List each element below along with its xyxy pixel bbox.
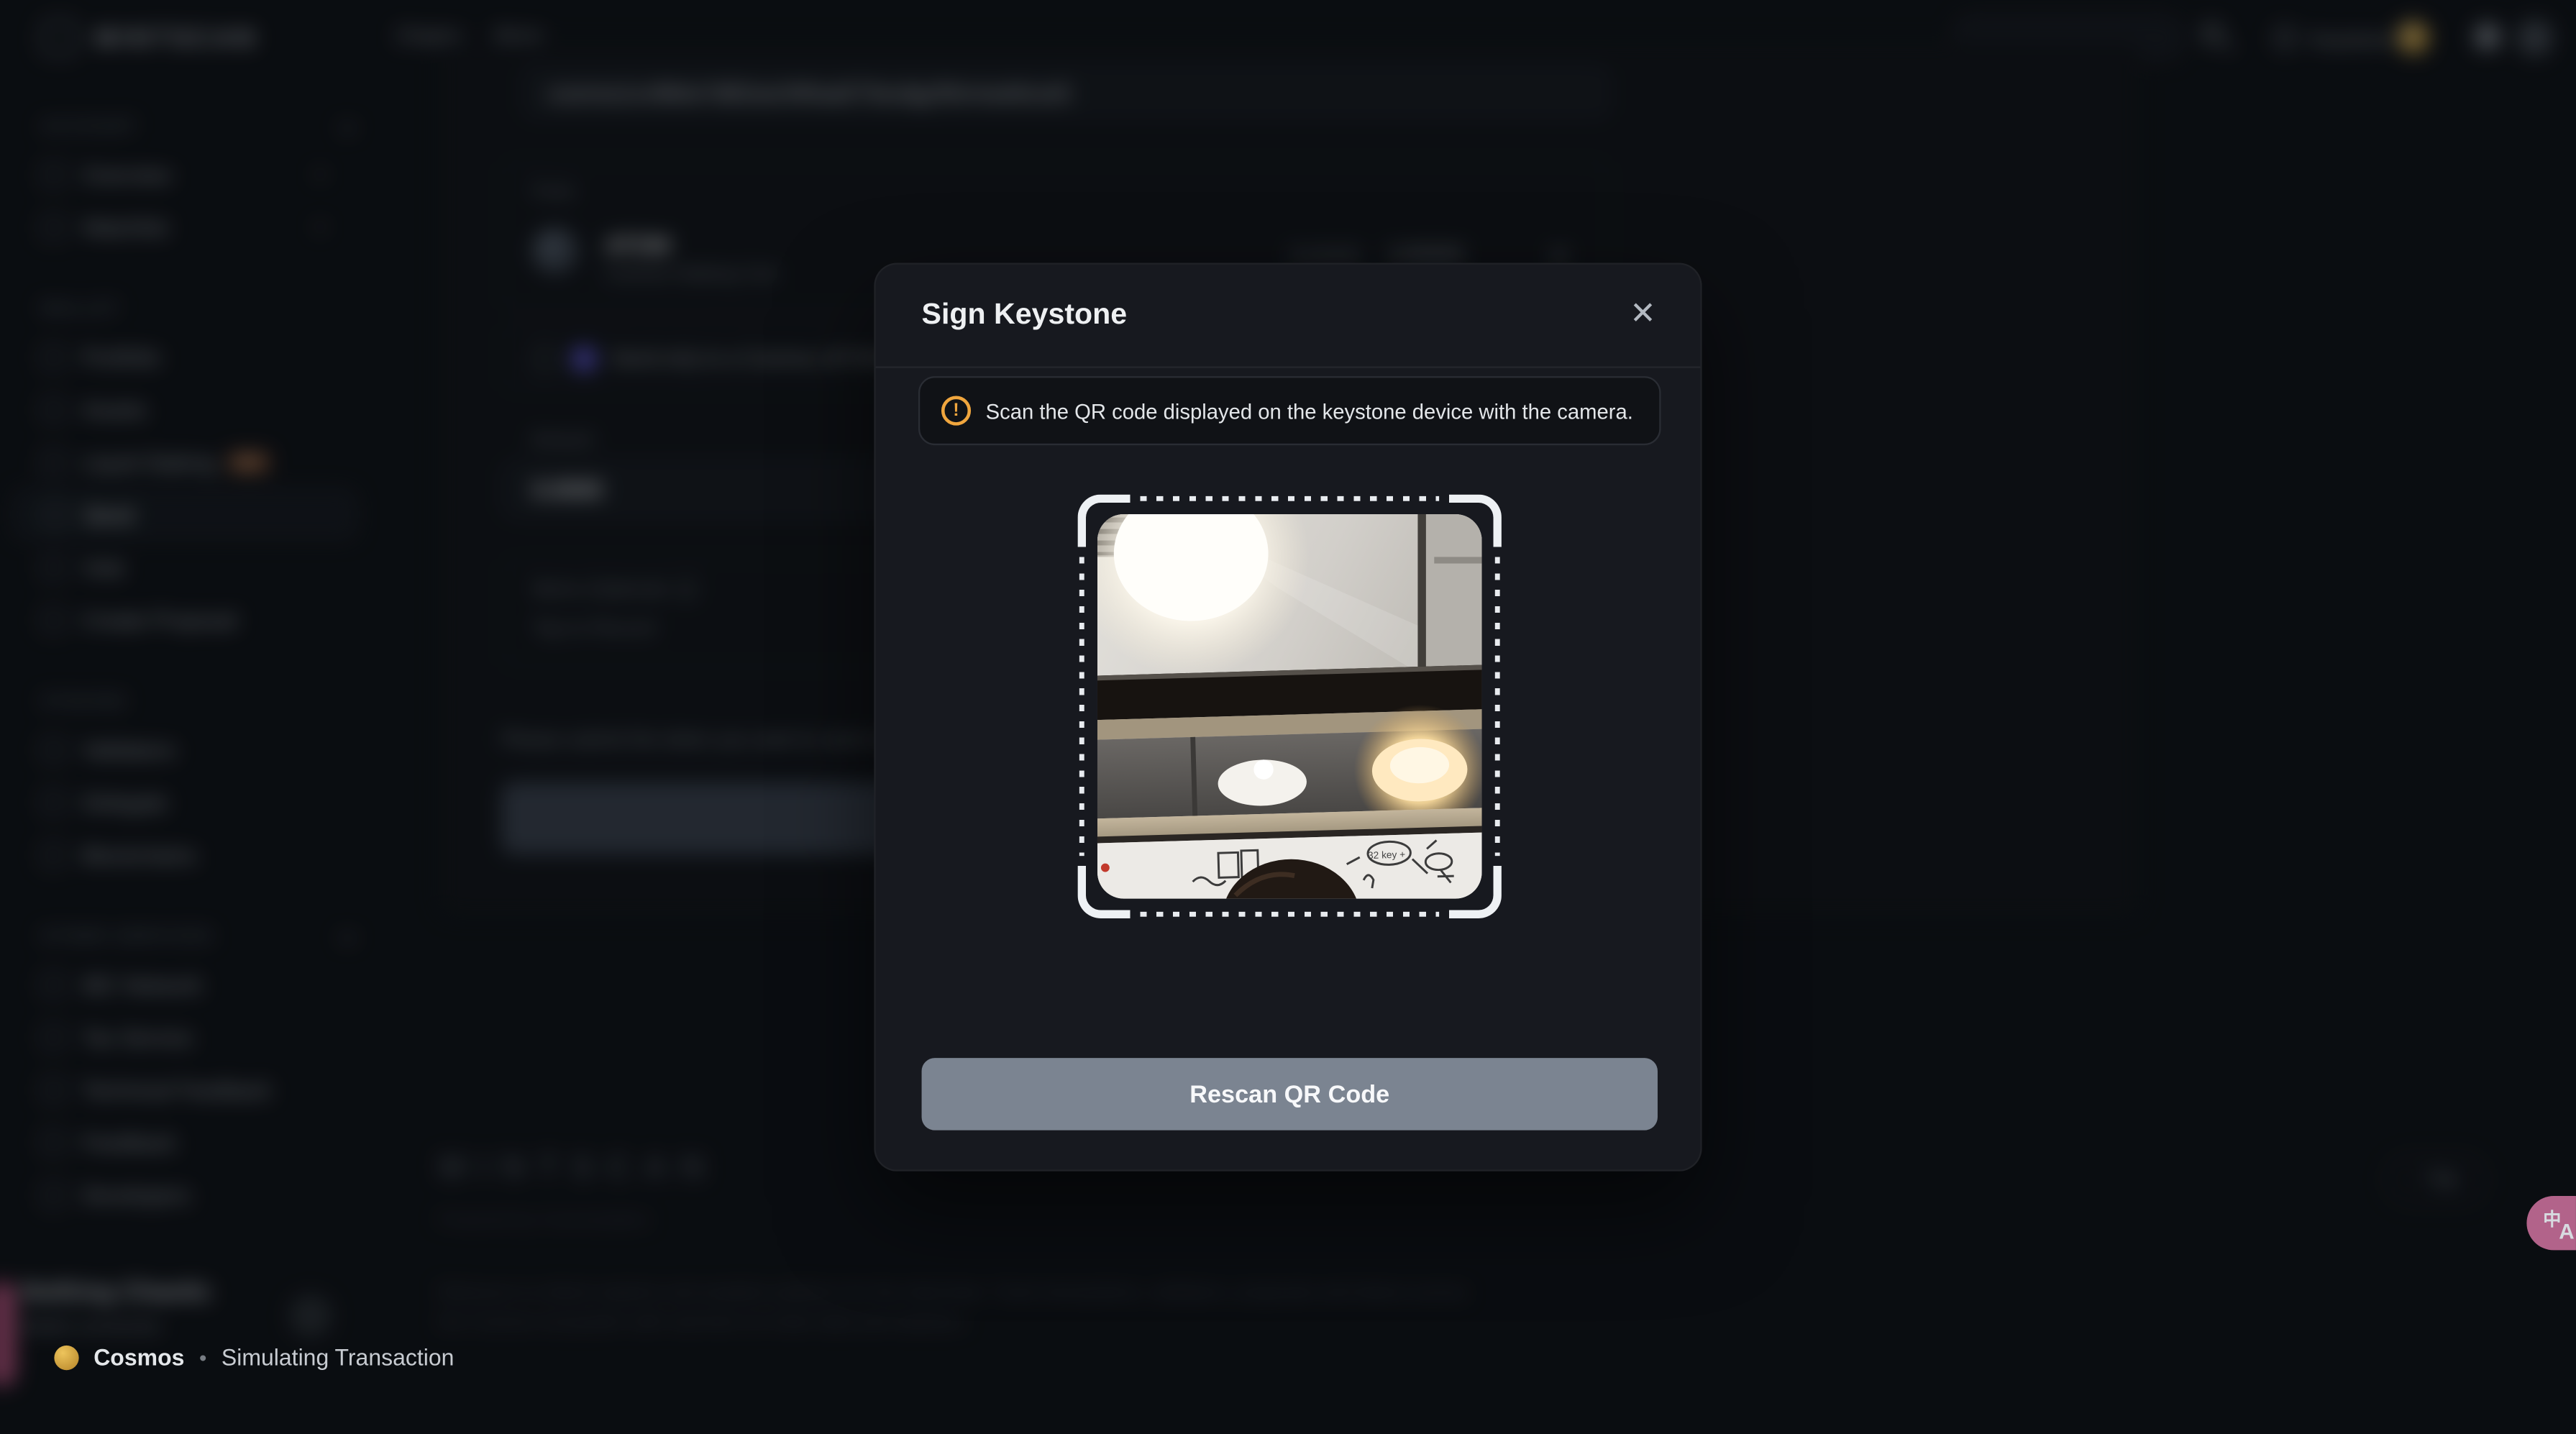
alert-text: Scan the QR code displayed on the keysto… — [986, 398, 1633, 423]
rescan-qr-button[interactable]: Rescan QR Code — [922, 1058, 1658, 1131]
viewfinder-dash-bottom — [1140, 913, 1439, 917]
viewfinder-dash-right — [1496, 557, 1500, 856]
modal-title: Sign Keystone — [922, 297, 1128, 332]
status-chain: Cosmos — [93, 1344, 184, 1371]
transaction-status-toast: Cosmos • Simulating Transaction — [54, 1344, 454, 1371]
cosmos-coin-icon — [54, 1345, 78, 1369]
status-separator: • — [199, 1345, 206, 1369]
camera-viewfinder: 32 key + — [1078, 495, 1502, 918]
translate-fab[interactable]: 中 A — [2526, 1196, 2576, 1250]
camera-feed-image: 32 key + — [1097, 514, 1482, 899]
status-message: Simulating Transaction — [221, 1344, 455, 1371]
translate-icon: 中 A — [2543, 1208, 2572, 1238]
close-icon[interactable]: ✕ — [1618, 291, 1668, 340]
modal-divider — [876, 366, 1701, 367]
screen: MINTSCAN Chains More Keystone ACCOUNT Ov… — [0, 0, 2576, 1434]
translate-a-glyph: A — [2559, 1218, 2574, 1243]
camera-feed: 32 key + — [1097, 514, 1482, 899]
svg-text:32 key +: 32 key + — [1368, 849, 1406, 861]
scan-instruction-alert: ! Scan the QR code displayed on the keys… — [918, 376, 1661, 445]
viewfinder-dash-left — [1079, 557, 1084, 856]
sign-keystone-modal: Sign Keystone ✕ ! Scan the QR code displ… — [874, 263, 1702, 1172]
alert-circle-icon: ! — [941, 396, 971, 426]
viewfinder-dash-top — [1140, 496, 1439, 501]
